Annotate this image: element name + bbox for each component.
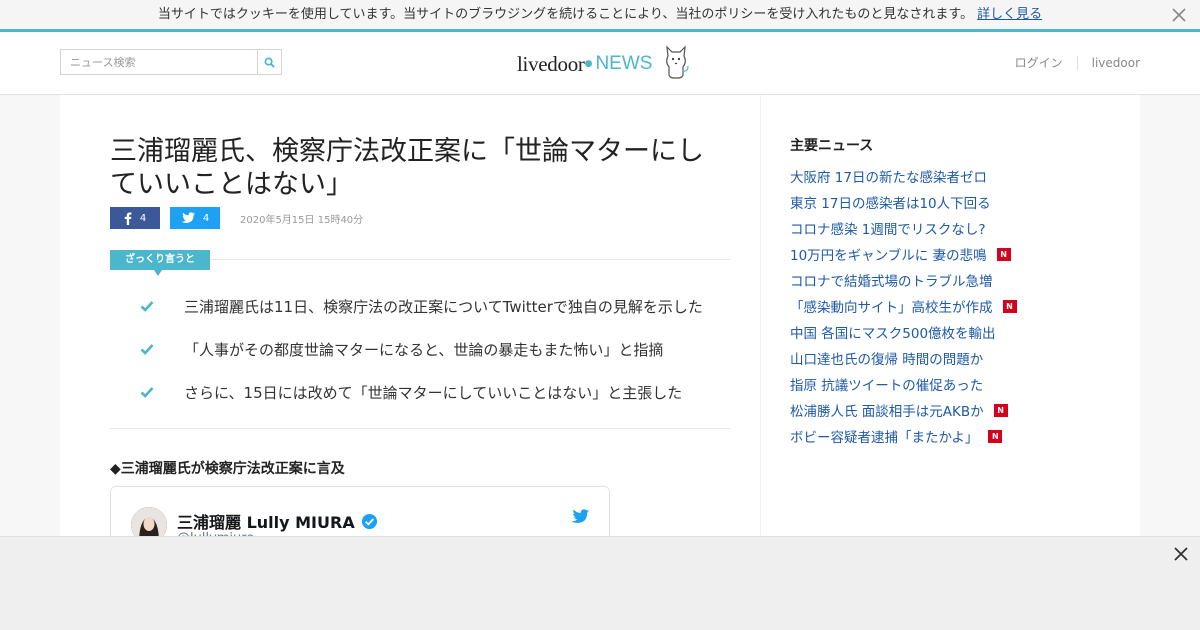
section-heading: ◆三浦瑠麗氏が検察庁法改正案に言及 [110,461,345,477]
search-box [60,49,282,75]
news-title: 「感染動向サイト」高校生が作成 [790,300,993,316]
share-row: 4 4 2020年5月15日 15時40分 [110,207,363,229]
site-logo[interactable]: livedoor ● NEWS [517,42,690,86]
new-badge: N [993,403,1008,417]
twitter-share-button[interactable]: 4 [170,207,220,229]
logo-brand: livedoor [517,51,585,76]
new-badge: N [1002,299,1017,313]
summary-label: ざっくり言うと [110,250,210,276]
summary-text: さらに、15日には改めて「世論マターにしていいことはない」と主張した [184,384,683,402]
twitter-bird-icon[interactable] [571,509,589,524]
search-icon [264,57,275,68]
dog-mascot-icon [666,45,690,79]
news-list-item[interactable]: コロナで結婚式場のトラブル急増 [790,267,1017,293]
news-title: ボビー容疑者逮捕「またかよ」 [790,430,979,446]
close-icon[interactable] [1170,6,1188,24]
tweet-author-name[interactable]: 三浦瑠麗 Lully MIURA [177,509,378,533]
news-list-item[interactable]: コロナ感染 1週間でリスクなし? [790,215,1017,241]
check-icon [140,344,154,355]
summary-item: 「人事がその都度世論マターになると、世論の暴走もまた怖い」と指摘 [140,336,730,379]
news-title: 東京 17日の感染者は10人下回る [790,196,991,212]
check-icon [140,387,154,398]
tweet-author-text: 三浦瑠麗 Lully MIURA [177,513,355,532]
summary-text: 三浦瑠麗氏は11日、検察庁法の改正案についてTwitterで独自の見解を示した [184,298,703,316]
top-news-list: 大阪府 17日の新たな感染者ゼロ 東京 17日の感染者は10人下回る コロナ感染 1… [790,163,1017,449]
news-list-item[interactable]: ボビー容疑者逮捕「またかよ」 N [790,423,1017,449]
news-title: 10万円をギャンブルに 妻の悲鳴 [790,248,987,264]
twitter-icon [181,212,195,223]
news-title: 松浦勝人氏 面談相手は元AKBか [790,404,984,420]
news-title: コロナ感染 1週間でリスクなし? [790,222,986,238]
livedoor-link[interactable]: livedoor [1092,56,1140,70]
news-title: 中国 各国にマスク500億枚を輸出 [790,326,996,342]
header-links: ログイン livedoor [1015,54,1140,71]
search-input[interactable] [61,50,258,74]
site-header: livedoor ● NEWS ログイン livedoor [0,32,1200,95]
news-title: 山口達也氏の復帰 時間の問題か [790,352,984,368]
search-button[interactable] [257,50,281,74]
ad-overlay [0,536,1200,630]
facebook-share-count: 4 [139,212,147,224]
cookie-more-link[interactable]: 詳しく見る [977,7,1042,22]
news-list-item[interactable]: 指原 抗議ツイートの催促あった [790,371,1017,397]
summary-text: 「人事がその都度世論マターになると、世論の暴走もまた怖い」と指摘 [184,341,664,359]
summary-list: 三浦瑠麗氏は11日、検察庁法の改正案についてTwitterで独自の見解を示した … [140,293,730,422]
summary-header: ざっくり言うと [110,250,730,276]
summary-divider [110,428,730,429]
facebook-icon [124,211,132,225]
news-title: 指原 抗議ツイートの催促あった [790,378,984,394]
login-link[interactable]: ログイン [1015,54,1063,71]
news-list-item[interactable]: 中国 各国にマスク500億枚を輸出 [790,319,1017,345]
news-list-item[interactable]: 東京 17日の感染者は10人下回る [790,189,1017,215]
news-list-item[interactable]: 山口達也氏の復帰 時間の問題か [790,345,1017,371]
check-icon [140,301,154,312]
news-list-item[interactable]: 松浦勝人氏 面談相手は元AKBか N [790,397,1017,423]
new-badge: N [988,429,1003,443]
twitter-share-count: 4 [202,212,210,224]
cookie-consent-bar: 当サイトではクッキーを使用しています。当サイトのブラウジングを続けることにより、… [0,0,1200,32]
news-list-item[interactable]: 「感染動向サイト」高校生が作成 N [790,293,1017,319]
facebook-share-button[interactable]: 4 [110,207,160,229]
cookie-message: 当サイトではクッキーを使用しています。当サイトのブラウジングを続けることにより、… [157,7,1043,22]
news-title: 大阪府 17日の新たな感染者ゼロ [790,170,987,186]
article-title: 三浦瑠麗氏、検察庁法改正案に「世論マターにしていいことはない」 [110,136,704,200]
logo-product: NEWS [595,53,653,74]
close-icon[interactable] [1172,545,1190,563]
news-list-item[interactable]: 大阪府 17日の新たな感染者ゼロ [790,163,1017,189]
sidebar-heading: 主要ニュース [790,138,874,154]
header-divider [1076,55,1078,70]
verified-badge-icon [361,513,377,529]
summary-item: 三浦瑠麗氏は11日、検察庁法の改正案についてTwitterで独自の見解を示した [140,293,730,336]
publish-date: 2020年5月15日 15時40分 [240,214,364,226]
summary-item: さらに、15日には改めて「世論マターにしていいことはない」と主張した [140,379,730,422]
new-badge: N [996,247,1011,261]
logo-dot: ● [584,59,593,69]
news-title: コロナで結婚式場のトラブル急増 [790,274,993,290]
news-list-item[interactable]: 10万円をギャンブルに 妻の悲鳴 N [790,241,1017,267]
